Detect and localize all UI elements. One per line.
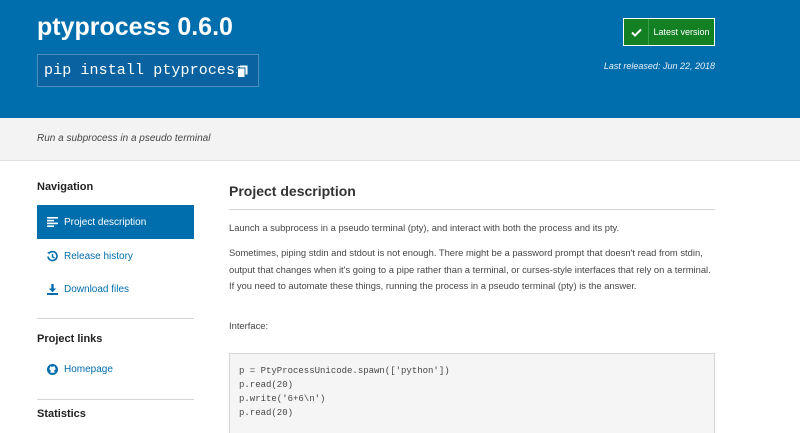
copy-icon: [236, 65, 247, 78]
nav-project-description[interactable]: Project description: [37, 205, 194, 239]
nav-item-label: Project description: [64, 216, 147, 228]
package-summary: Run a subprocess in a pseudo terminal: [37, 133, 211, 144]
project-description-heading: Project description: [229, 183, 356, 199]
nav-release-history[interactable]: Release history: [37, 239, 194, 273]
pip-install-box: pip install ptyprocess: [37, 54, 259, 87]
sidebar-divider: [37, 318, 194, 319]
statistics-heading: Statistics: [37, 408, 86, 420]
latest-version-badge[interactable]: Latest version: [623, 18, 715, 46]
code-block: p = PtyProcessUnicode.spawn(['python']) …: [229, 353, 715, 433]
code-line: p.write('6+6\n'): [239, 394, 326, 404]
nav-item-label: Download files: [64, 283, 130, 295]
project-links-heading: Project links: [37, 333, 103, 345]
code-line: p.read(20): [239, 408, 294, 418]
description-paragraph: Interface:: [229, 320, 269, 331]
nav-download-files[interactable]: Download files: [37, 272, 194, 306]
code-line: p.read(20): [239, 380, 294, 390]
align-left-icon: [46, 216, 58, 228]
last-released-date: Last released: Jun 22, 2018: [603, 61, 715, 71]
github-icon: [46, 363, 58, 375]
link-homepage[interactable]: Homepage: [37, 352, 194, 386]
sidebar-divider: [37, 399, 194, 400]
download-icon: [46, 283, 58, 295]
pip-install-command[interactable]: pip install ptyprocess: [38, 62, 244, 79]
description-paragraph: Sometimes, piping stdin and stdout is no…: [229, 247, 711, 291]
latest-version-label: Latest version: [653, 27, 710, 37]
package-summary-bar: Run a subprocess in a pseudo terminal: [0, 118, 800, 161]
package-header: ptyprocess 0.6.0 pip install ptyprocess …: [0, 0, 800, 118]
description-paragraph: Launch a subprocess in a pseudo terminal…: [229, 222, 620, 233]
link-label: Homepage: [64, 363, 113, 375]
package-title: ptyprocess 0.6.0: [37, 13, 233, 41]
code-line: p = PtyProcessUnicode.spawn(['python']): [239, 366, 450, 376]
check-icon: [624, 19, 649, 45]
heading-divider: [229, 209, 715, 210]
nav-item-label: Release history: [64, 250, 133, 262]
copy-command-button[interactable]: [230, 59, 254, 83]
navigation-heading: Navigation: [37, 181, 94, 193]
history-icon: [46, 250, 58, 262]
